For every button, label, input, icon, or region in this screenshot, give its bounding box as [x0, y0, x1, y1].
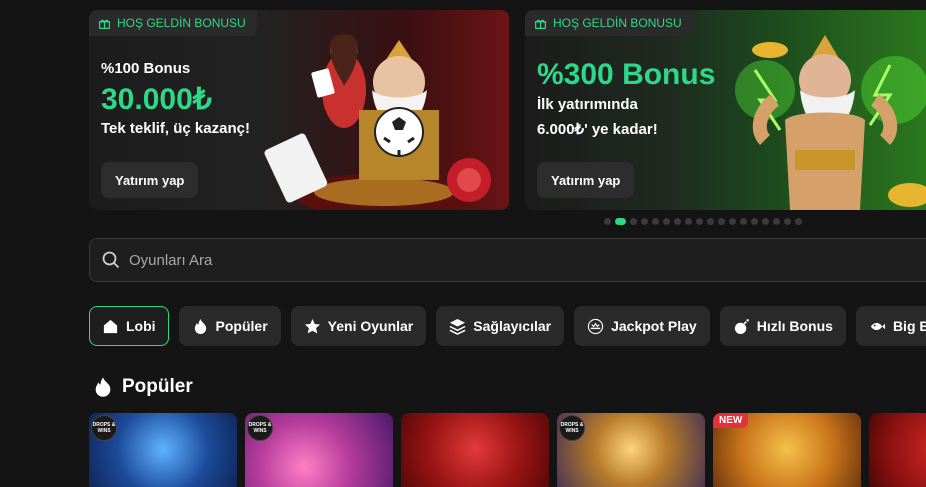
section-label: Popüler [122, 376, 193, 397]
bonus-subtitle: Tek teklif, üç kazanç! [101, 120, 250, 137]
welcome-bonus-tag: HOŞ GELDİN BONUSU [525, 10, 693, 36]
game-card[interactable]: NEW [713, 413, 861, 487]
carousel-dot[interactable] [630, 218, 637, 225]
tab-label: Lobi [126, 318, 156, 334]
tab-label: Sağlayıcılar [473, 318, 552, 334]
tab-label: Big Bass [892, 318, 926, 334]
carousel-dot[interactable] [718, 218, 725, 225]
flame-icon [194, 318, 206, 334]
tab-jackpot-play[interactable]: Jackpot Play [574, 306, 710, 346]
drops-wins-badge: DROPS & WINS [559, 415, 585, 441]
carousel-dot[interactable] [604, 218, 611, 225]
jackpot-icon [587, 318, 604, 334]
carousel-dot[interactable] [696, 218, 703, 225]
game-search[interactable] [89, 238, 926, 282]
promo-banner-2[interactable]: HOŞ GELDİN BONUSU %300 Bonus İlk yatırım… [525, 10, 926, 210]
carousel-dot[interactable] [615, 218, 626, 225]
game-card[interactable] [869, 413, 926, 487]
carousel-dot[interactable] [685, 218, 692, 225]
carousel-dot[interactable] [795, 218, 802, 225]
drops-wins-badge: DROPS & WINS [91, 415, 117, 441]
tag-label: HOŞ GELDİN BONUSU [553, 16, 682, 30]
carousel-dot[interactable] [729, 218, 736, 225]
zeus-roulette-illustration [264, 34, 491, 210]
flame-icon [95, 377, 111, 397]
bomb-icon [734, 318, 749, 334]
carousel-dot[interactable] [762, 218, 769, 225]
game-card[interactable] [401, 413, 549, 487]
zeus-lightning-illustration [735, 35, 926, 210]
tag-label: HOŞ GELDİN BONUSU [117, 16, 246, 30]
deposit-button[interactable]: Yatırım yap [101, 162, 199, 198]
carousel-dot[interactable] [784, 218, 791, 225]
carousel-dot[interactable] [652, 218, 659, 225]
tab-popular[interactable]: Popüler [178, 306, 281, 346]
popular-section-title: Popüler [92, 376, 193, 398]
bonus-amount: 30.000₺ [101, 83, 212, 116]
casino-lobby: HOŞ GELDİN BONUSU %100 Bonus 30.000₺ Tek… [0, 0, 926, 487]
bonus-subtitle-line2: 6.000₺' ye kadar! [537, 121, 658, 138]
popular-games-row: DROPS & WINS DROPS & WINS DROPS & WINS N… [89, 413, 926, 487]
home-icon [103, 319, 118, 333]
carousel-dot[interactable] [740, 218, 747, 225]
star-icon [304, 318, 320, 333]
carousel-dot[interactable] [773, 218, 780, 225]
new-badge: NEW [713, 413, 749, 428]
carousel-dot[interactable] [663, 218, 670, 225]
tab-label: Jackpot Play [611, 318, 697, 334]
gift-icon [534, 19, 547, 29]
bonus-subtitle-line1: İlk yatırımında [537, 96, 638, 113]
carousel-dots [604, 218, 802, 225]
game-card[interactable]: DROPS & WINS [557, 413, 705, 487]
tab-label: Popüler [215, 318, 268, 334]
carousel-dot[interactable] [641, 218, 648, 225]
promo-banner-1[interactable]: HOŞ GELDİN BONUSU %100 Bonus 30.000₺ Tek… [89, 10, 509, 210]
tab-providers[interactable]: Sağlayıcılar [436, 306, 565, 346]
fish-icon [870, 322, 885, 330]
tab-new-games[interactable]: Yeni Oyunlar [290, 306, 427, 346]
carousel-dot[interactable] [674, 218, 681, 225]
game-card[interactable]: DROPS & WINS [245, 413, 393, 487]
drops-wins-badge: DROPS & WINS [247, 415, 273, 441]
bonus-amount: %300 Bonus [537, 58, 716, 91]
tab-big-bass[interactable]: Big Bass [855, 306, 926, 346]
tab-label: Yeni Oyunlar [327, 318, 414, 334]
tab-lobby[interactable]: Lobi [89, 306, 169, 346]
category-tabs: Lobi Popüler Yeni Oyunlar Sağlayıcılar J… [89, 306, 926, 346]
deposit-button[interactable]: Yatırım yap [537, 162, 635, 198]
search-icon [102, 251, 120, 269]
tab-quick-bonus[interactable]: Hızlı Bonus [719, 306, 846, 346]
carousel-dot[interactable] [707, 218, 714, 225]
game-card[interactable]: DROPS & WINS [89, 413, 237, 487]
welcome-bonus-tag: HOŞ GELDİN BONUSU [89, 10, 257, 36]
tab-label: Hızlı Bonus [756, 318, 833, 334]
search-input[interactable] [129, 251, 829, 269]
gift-icon [98, 19, 111, 29]
carousel-dot[interactable] [751, 218, 758, 225]
layers-icon [449, 318, 466, 335]
bonus-percent: %100 Bonus [101, 60, 191, 77]
